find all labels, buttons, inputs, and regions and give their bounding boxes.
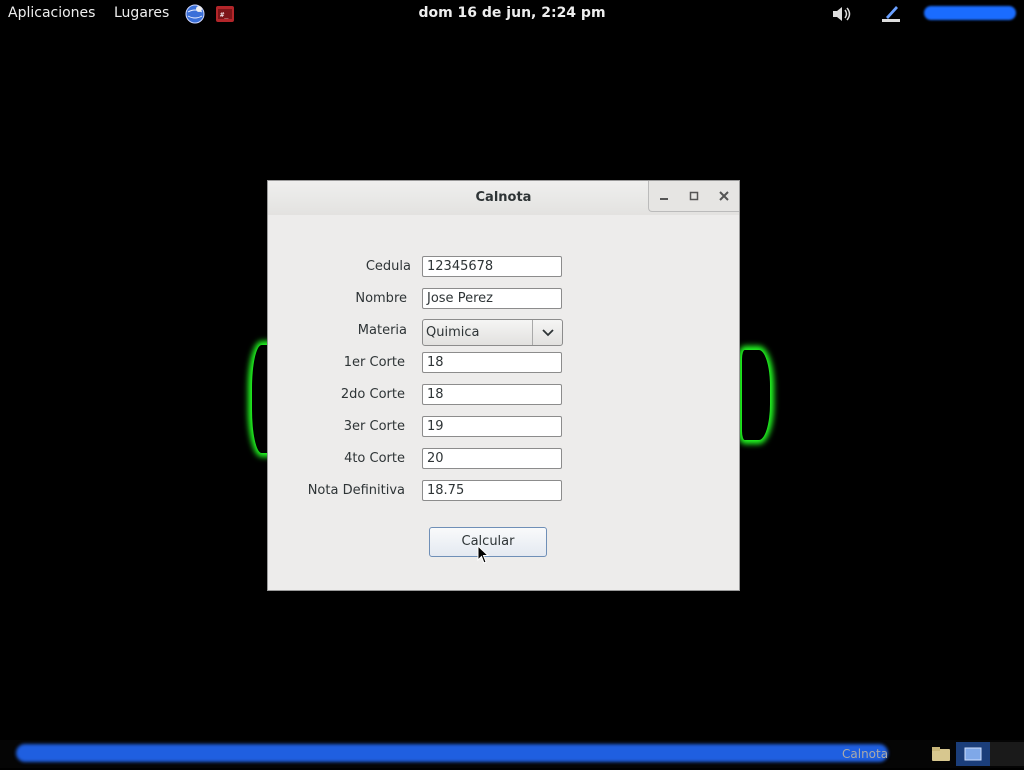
taskbar-items-blurred[interactable] <box>16 744 888 762</box>
materia-value: Quimica <box>426 325 480 340</box>
close-icon[interactable] <box>709 181 739 211</box>
cedula-field[interactable]: 12345678 <box>422 256 562 277</box>
nota-definitiva-label: Nota Definitiva <box>307 483 405 498</box>
volume-icon[interactable] <box>830 3 852 25</box>
network-icon[interactable] <box>880 3 902 25</box>
corte4-label: 4to Corte <box>344 451 405 466</box>
cedula-label: Cedula <box>365 259 411 274</box>
corte3-label: 3er Corte <box>343 419 405 434</box>
materia-label: Materia <box>357 323 407 338</box>
nota-definitiva-field[interactable]: 18.75 <box>422 480 562 501</box>
corte1-label: 1er Corte <box>343 355 405 370</box>
workspace-switcher-active[interactable] <box>956 742 990 766</box>
window-controls <box>648 181 739 212</box>
materia-combo[interactable]: Quimica <box>422 319 563 346</box>
workspace-switcher-inactive[interactable] <box>990 742 1024 766</box>
combo-separator <box>532 320 533 345</box>
mouse-pointer-icon <box>477 545 490 564</box>
window-titlebar[interactable]: Calnota <box>268 181 739 215</box>
clock[interactable]: dom 16 de jun, 2:24 pm <box>0 5 1024 21</box>
corte3-field[interactable]: 19 <box>422 416 562 437</box>
nombre-field[interactable]: Jose Perez <box>422 288 562 309</box>
corte4-field[interactable]: 20 <box>422 448 562 469</box>
nombre-label: Nombre <box>355 291 407 306</box>
taskbar-item-calnota[interactable]: Calnota <box>842 747 888 761</box>
wallpaper-decoration-right <box>742 350 770 440</box>
maximize-icon[interactable] <box>679 181 709 211</box>
minimize-icon[interactable] <box>649 181 679 211</box>
user-menu[interactable] <box>924 6 1016 20</box>
file-manager-icon[interactable] <box>924 742 958 766</box>
calnota-window: Calnota Cedula 12345678 Nombre Jose Pere… <box>267 180 740 591</box>
corte1-field[interactable]: 18 <box>422 352 562 373</box>
chevron-down-icon[interactable] <box>541 325 555 339</box>
bottom-taskbar: Calnota <box>0 740 1024 768</box>
corte2-field[interactable]: 18 <box>422 384 562 405</box>
corte2-label: 2do Corte <box>340 387 405 402</box>
top-panel: Aplicaciones Lugares #_ dom 16 de jun, 2… <box>0 0 1024 28</box>
